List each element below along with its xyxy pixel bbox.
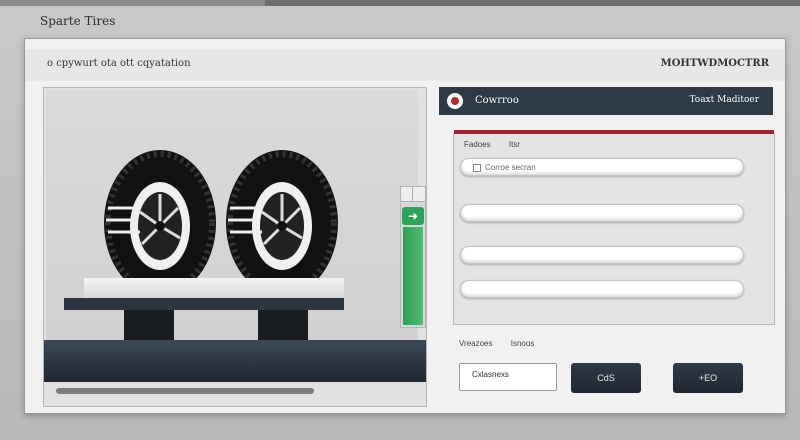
footer-label-2: Isnoos xyxy=(510,339,535,348)
input-field-2[interactable] xyxy=(460,204,744,222)
panel-title: Cowrroo xyxy=(475,95,519,106)
search-field[interactable]: Corroe secran xyxy=(460,158,744,176)
brand-logo-icon xyxy=(447,93,463,109)
ok-button[interactable]: +EO xyxy=(673,363,743,393)
slider-top-cap xyxy=(401,187,425,202)
top-bar xyxy=(0,0,800,6)
window-right-label: MOHTWDMOCTRR xyxy=(660,58,769,69)
form-tabs: Fadoes Itsr xyxy=(464,140,536,149)
input-button[interactable]: Cxlasnexs xyxy=(459,363,557,391)
tire-right-image xyxy=(226,150,338,296)
footer-labels: Vreazoes Isnoos xyxy=(459,339,550,348)
slider-fill xyxy=(403,227,423,325)
horizontal-scrollbar[interactable] xyxy=(56,388,314,394)
tab-first[interactable]: Fadoes xyxy=(464,140,491,149)
input-field-4[interactable] xyxy=(460,280,744,298)
app-title: Sparte Tires xyxy=(40,14,116,28)
display-shelf xyxy=(84,278,344,300)
panel-header-right: Toaxt Maditoer xyxy=(689,95,759,105)
window-subtitle: o cpywurt ota ott cqyatation xyxy=(47,58,191,69)
settings-panel: Cowrroo Toaxt Maditoer Fadoes Itsr Corro… xyxy=(439,87,775,405)
input-field-3[interactable] xyxy=(460,246,744,264)
vertical-slider[interactable]: ➜ xyxy=(400,186,426,328)
checkbox-icon[interactable] xyxy=(473,164,481,172)
top-bar-accent xyxy=(265,0,800,6)
display-floor xyxy=(44,340,426,382)
shelf-edge xyxy=(64,298,344,310)
search-field-text: Corroe secran xyxy=(485,163,536,172)
tab-second[interactable]: Itsr xyxy=(509,140,520,149)
form-area: Fadoes Itsr Corroe secran xyxy=(453,130,775,325)
tire-preview-panel: ➜ xyxy=(43,87,427,407)
footer-label-1: Vreazoes xyxy=(459,339,493,348)
arrow-right-icon[interactable]: ➜ xyxy=(402,207,424,225)
accent-line xyxy=(454,130,774,134)
cancel-button[interactable]: CdS xyxy=(571,363,641,393)
shelf-leg-left xyxy=(124,310,174,344)
panel-header: Cowrroo Toaxt Maditoer xyxy=(439,87,773,115)
shelf-leg-right xyxy=(258,310,308,344)
tire-left-image xyxy=(104,150,216,296)
main-window: o cpywurt ota ott cqyatation MOHTWDMOCTR… xyxy=(24,38,786,414)
